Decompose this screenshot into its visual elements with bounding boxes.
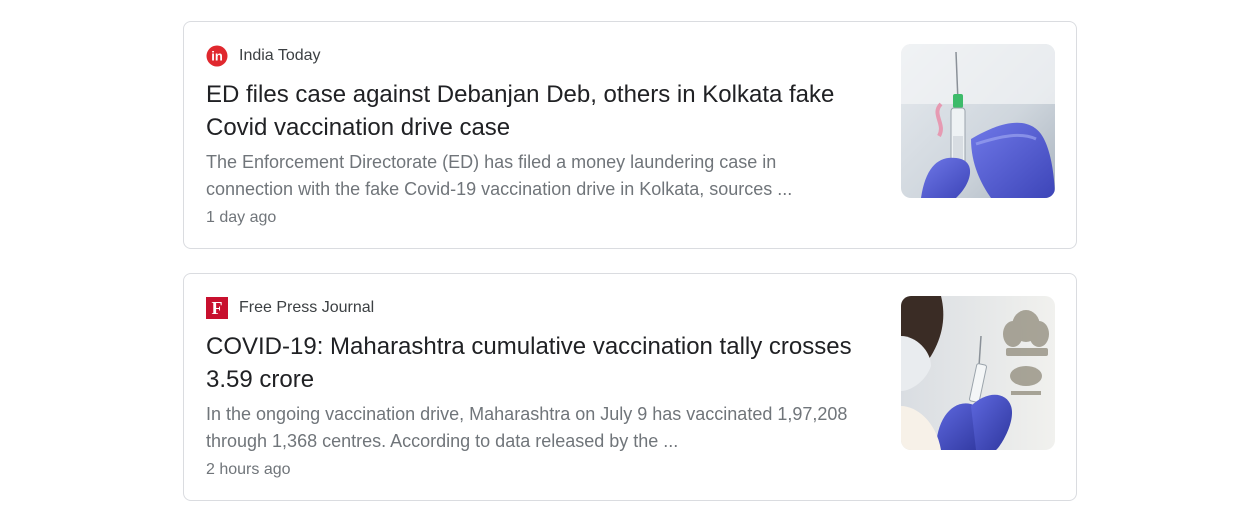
vaccine-syringe-image xyxy=(901,44,1055,198)
svg-text:in: in xyxy=(211,49,223,64)
free-press-journal-logo-icon: F xyxy=(206,297,228,319)
source-name: India Today xyxy=(239,47,321,64)
india-today-logo-icon: in xyxy=(206,45,228,67)
news-source: F Free Press Journal xyxy=(206,296,374,320)
article-thumbnail[interactable] xyxy=(901,296,1055,450)
svg-text:F: F xyxy=(212,298,223,318)
news-card[interactable]: in India Today ED files case against Deb… xyxy=(183,21,1077,249)
news-feed: in India Today ED files case against Deb… xyxy=(0,0,1260,521)
article-snippet: In the ongoing vaccination drive, Mahara… xyxy=(206,404,848,451)
headline-link[interactable]: ED files case against Debanjan Deb, othe… xyxy=(206,78,886,144)
article-snippet: The Enforcement Directorate (ED) has fil… xyxy=(206,152,793,199)
timestamp: 1 day ago xyxy=(206,209,277,226)
news-card[interactable]: F Free Press Journal COVID-19: Maharasht… xyxy=(183,273,1077,501)
headline-link[interactable]: COVID-19: Maharashtra cumulative vaccina… xyxy=(206,330,886,396)
timestamp: 2 hours ago xyxy=(206,461,291,478)
news-source: in India Today xyxy=(206,44,321,68)
article-thumbnail[interactable] xyxy=(901,44,1055,198)
source-name: Free Press Journal xyxy=(239,299,375,316)
vaccination-emblem-image xyxy=(901,296,1055,450)
